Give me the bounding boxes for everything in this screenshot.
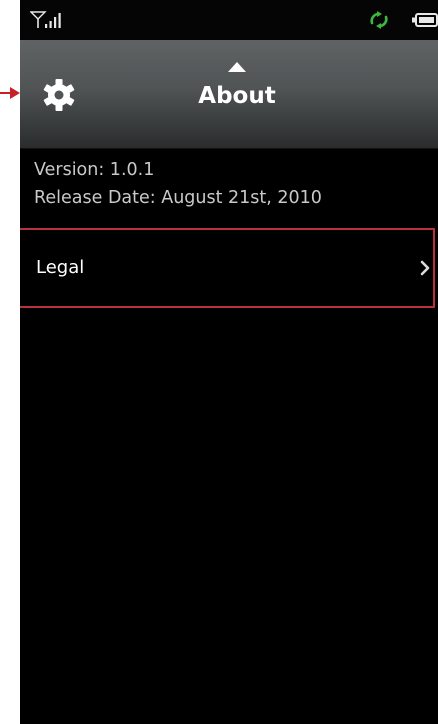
phone-screen: About Version: 1.0.1 Release Date: Augus… (20, 0, 438, 724)
gear-icon[interactable] (42, 78, 76, 112)
up-caret-icon (228, 62, 246, 72)
battery-icon (412, 13, 438, 27)
release-date-text: Release Date: August 21st, 2010 (34, 188, 322, 208)
sync-icon (370, 11, 388, 29)
app-info: Version: 1.0.1 Release Date: August 21st… (34, 156, 434, 212)
pointer-arrow-icon (0, 87, 20, 99)
header-bar: About (20, 40, 438, 149)
version-text: Version: 1.0.1 (34, 160, 155, 180)
page-title: About (198, 83, 276, 109)
signal-strength-icon (30, 11, 61, 28)
legal-label: Legal (36, 257, 85, 278)
status-bar (20, 0, 438, 40)
legal-menu-item[interactable]: Legal (20, 228, 435, 308)
chevron-right-icon (420, 260, 430, 276)
